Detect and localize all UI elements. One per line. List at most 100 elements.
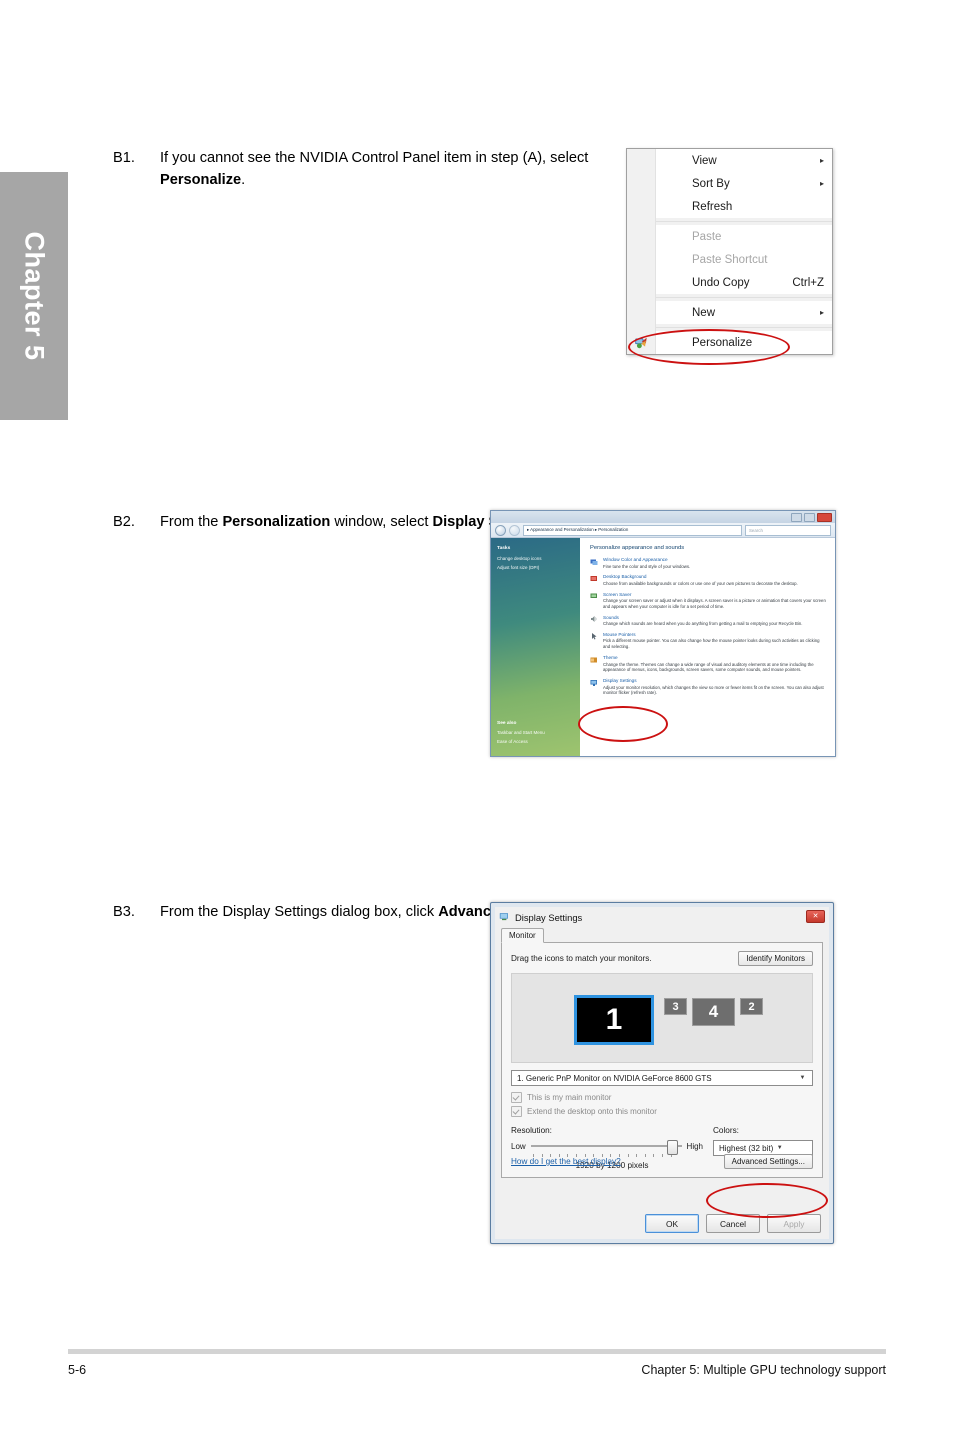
sidebar-item-ease-of-access[interactable]: Ease of Access (497, 739, 576, 744)
theme-icon (590, 657, 597, 663)
checkbox-icon (511, 1092, 522, 1103)
context-menu-row-personalize: Personalize (627, 331, 832, 354)
link-screen-saver[interactable]: Screen Saver (603, 592, 827, 597)
monitor-arrangement-area[interactable]: 1 3 4 2 (511, 973, 813, 1063)
link-desktop-background[interactable]: Desktop Background (603, 574, 827, 579)
step-b1-bold: Personalize (160, 172, 242, 188)
display-icon (499, 913, 508, 921)
slider-thumb[interactable] (666, 1140, 678, 1155)
link-theme[interactable]: Theme (603, 655, 827, 660)
back-button-icon[interactable] (495, 524, 506, 536)
list-item[interactable]: Desktop Background Choose from available… (590, 574, 827, 586)
step-b2-label: B2. (113, 514, 135, 530)
personalization-address-bar[interactable]: ▸ Appearance and Personalization ▸ Perso… (491, 523, 835, 538)
breadcrumb[interactable]: ▸ Appearance and Personalization ▸ Perso… (523, 524, 742, 536)
apply-button: Apply (767, 1214, 821, 1233)
window-controls[interactable] (791, 513, 832, 522)
tab-monitor[interactable]: Monitor (501, 928, 544, 943)
link-mouse-pointers[interactable]: Mouse Pointers (603, 632, 827, 637)
step-b1-text-before: If you cannot see the NVIDIA Control Pan… (160, 150, 589, 166)
resolution-slider-row[interactable]: Low High (511, 1140, 703, 1155)
monitor-icon-2[interactable]: 2 (740, 998, 763, 1015)
list-item-body: Window Color and Appearance Fine tune th… (603, 557, 827, 569)
colors-value: Highest (32 bit) (719, 1143, 774, 1153)
dialog-action-buttons: OK Cancel Apply (645, 1214, 821, 1233)
list-item[interactable]: Window Color and Appearance Fine tune th… (590, 557, 827, 569)
list-item-description: Adjust your monitor resolution, which ch… (603, 684, 824, 696)
footer-page-number: 5-6 (68, 1363, 87, 1377)
colors-label: Colors: (713, 1126, 739, 1135)
context-menu-row-sort-by: Sort By ▸ (627, 172, 832, 195)
menu-item-personalize[interactable]: Personalize (656, 331, 832, 354)
step-b1-label: B1. (113, 150, 135, 166)
personalize-icon (635, 337, 647, 349)
checkbox-main-monitor-label: This is my main monitor (527, 1093, 612, 1102)
sidebar-item-change-desktop-icons[interactable]: Change desktop icons (497, 556, 575, 561)
screen-saver-icon (590, 593, 597, 599)
sounds-icon (591, 616, 597, 623)
menu-item-new[interactable]: New ▸ (656, 301, 832, 324)
checkbox-extend-desktop[interactable]: Extend the desktop onto this monitor (511, 1106, 813, 1117)
sidebar-tasks-heading: Tasks (497, 546, 511, 551)
search-input[interactable]: Search (745, 524, 831, 536)
mouse-pointers-icon (592, 633, 597, 640)
forward-button-icon[interactable] (509, 524, 520, 536)
list-item[interactable]: Screen Saver Change your screen saver or… (590, 592, 827, 610)
link-display-settings[interactable]: Display Settings (603, 678, 827, 683)
footer-chapter-title: Chapter 5: Multiple GPU technology suppo… (641, 1363, 886, 1377)
window-color-icon (590, 559, 598, 565)
checkbox-main-monitor[interactable]: This is my main monitor (511, 1092, 813, 1103)
list-item[interactable]: Mouse Pointers Pick a different mouse po… (590, 632, 827, 650)
step-b2-bold-personalization: Personalization (222, 514, 331, 530)
ok-button[interactable]: OK (645, 1214, 699, 1233)
link-sounds[interactable]: Sounds (603, 615, 827, 620)
minimize-icon[interactable] (791, 513, 802, 522)
dialog-tabstrip[interactable]: Monitor (501, 927, 823, 943)
cancel-button[interactable]: Cancel (706, 1214, 760, 1233)
personalization-sidebar: Tasks Change desktop icons Adjust font s… (491, 538, 580, 756)
sidebar-item-taskbar-and-start-menu[interactable]: Taskbar and Start Menu (497, 730, 576, 735)
menu-item-view[interactable]: View ▸ (656, 149, 832, 172)
help-link-best-display[interactable]: How do I get the best display? (511, 1157, 621, 1166)
list-item[interactable]: Theme Change the theme. Themes can chang… (590, 655, 827, 673)
identify-monitors-button[interactable]: Identify Monitors (738, 951, 813, 966)
step-b1: B1. If you cannot see the NVIDIA Control… (113, 147, 590, 191)
list-item-description: Change your screen saver or adjust when … (603, 598, 826, 609)
menu-item-personalize-label: Personalize (692, 336, 753, 349)
desktop-context-menu[interactable]: View ▸ Sort By ▸ Refresh Paste Paste Sho… (626, 148, 833, 355)
drag-instruction-row: Drag the icons to match your monitors. I… (511, 951, 813, 966)
resolution-slider[interactable] (530, 1140, 682, 1155)
list-item-body: Screen Saver Change your screen saver or… (603, 592, 827, 610)
slider-high-label: High (686, 1141, 703, 1151)
context-menu-row-refresh: Refresh (627, 195, 832, 218)
advanced-settings-button[interactable]: Advanced Settings... (723, 1154, 813, 1169)
close-icon[interactable]: ✕ (806, 910, 825, 923)
menu-item-refresh[interactable]: Refresh (656, 195, 832, 218)
maximize-icon[interactable] (804, 513, 815, 522)
monitor-icon-3[interactable]: 3 (664, 998, 687, 1015)
list-item[interactable]: Display Settings Adjust your monitor res… (590, 678, 827, 696)
sidebar-item-adjust-font-size[interactable]: Adjust font size (DPI) (497, 565, 575, 570)
slider-low-label: Low (511, 1141, 526, 1151)
menu-separator (656, 221, 832, 222)
close-icon[interactable] (817, 513, 832, 522)
menu-item-undo-copy-shortcut: Ctrl+Z (792, 276, 824, 289)
monitor-select-dropdown[interactable]: 1. Generic PnP Monitor on NVIDIA GeForce… (511, 1070, 813, 1086)
menu-item-sort-by[interactable]: Sort By ▸ (656, 172, 832, 195)
monitor-icon-4[interactable]: 4 (692, 998, 735, 1026)
chevron-down-icon: ▼ (799, 1075, 806, 1081)
context-menu-row-paste-shortcut: Paste Shortcut (627, 248, 832, 271)
list-item-description: Choose from available backgrounds or col… (603, 580, 798, 586)
step-b1-text: If you cannot see the NVIDIA Control Pan… (160, 147, 590, 191)
sidebar-see-also-heading: See also (497, 721, 517, 726)
link-window-color-and-appearance[interactable]: Window Color and Appearance (603, 557, 827, 562)
sidebar-see-also: See also Taskbar and Start Menu Ease of … (497, 721, 576, 748)
desktop-background-icon (590, 575, 597, 581)
context-menu-row-new: New ▸ (627, 301, 832, 324)
display-settings-dialog[interactable]: Display Settings ✕ Monitor Drag the icon… (490, 902, 834, 1244)
menu-item-undo-copy[interactable]: Undo Copy Ctrl+Z (656, 271, 832, 294)
personalization-window[interactable]: ▸ Appearance and Personalization ▸ Perso… (490, 510, 836, 757)
list-item-body: Desktop Background Choose from available… (603, 574, 827, 586)
list-item[interactable]: Sounds Change which sounds are heard whe… (590, 615, 827, 627)
monitor-icon-1[interactable]: 1 (574, 995, 654, 1045)
